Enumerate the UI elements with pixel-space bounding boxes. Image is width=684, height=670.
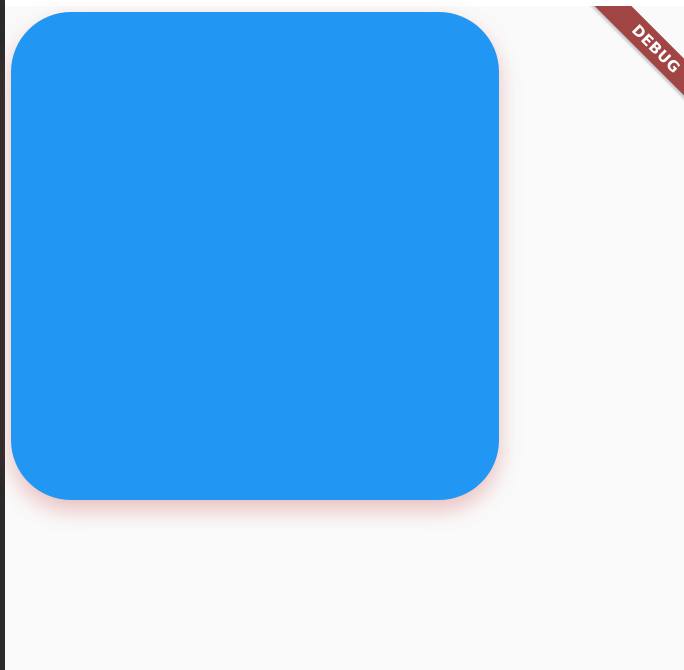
debug-banner: DEBUG (583, 6, 684, 122)
app-window: DEBUG (0, 0, 684, 670)
window-left-edge (0, 0, 5, 670)
blue-rounded-card (11, 12, 499, 500)
debug-banner-container: DEBUG (554, 6, 684, 136)
